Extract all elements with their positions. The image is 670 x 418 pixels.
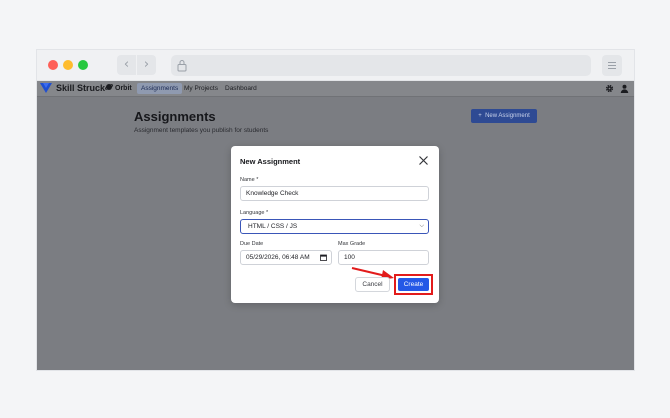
skill-struck-logo-icon — [40, 83, 52, 93]
modal-title: New Assignment — [240, 157, 301, 166]
brand-name[interactable]: Skill Struck — [56, 82, 105, 95]
new-assignment-label: New Assignment — [485, 113, 530, 119]
new-assignment-modal: New Assignment Name * Knowledge Check La… — [231, 146, 439, 303]
create-button-highlight: Create — [394, 274, 433, 295]
forward-button[interactable]: › — [137, 55, 156, 75]
due-date-input[interactable]: 05/29/2026, 06:48 AM — [240, 250, 332, 265]
calendar-icon[interactable] — [320, 254, 327, 261]
chevron-down-icon: ⌵ — [419, 223, 424, 229]
page-subtitle: Assignment templates you publish for stu… — [134, 127, 269, 134]
gear-icon[interactable] — [605, 84, 614, 93]
name-input[interactable]: Knowledge Check — [240, 186, 429, 201]
top-navigation: Skill Struck Orbit Assignments My Projec… — [37, 81, 634, 97]
language-label: Language * — [240, 210, 269, 216]
language-select[interactable]: HTML / CSS / JS ⌵ — [240, 219, 429, 234]
tab-dashboard[interactable]: Dashboard — [221, 83, 261, 94]
new-assignment-button[interactable]: + New Assignment — [471, 109, 537, 123]
create-button[interactable]: Create — [398, 278, 429, 291]
maximize-window-button[interactable] — [78, 60, 88, 70]
user-icon[interactable] — [620, 84, 629, 93]
address-bar[interactable] — [171, 55, 591, 76]
max-grade-input[interactable]: 100 — [338, 250, 429, 265]
plus-icon: + — [478, 113, 482, 119]
minimize-window-button[interactable] — [63, 60, 73, 70]
browser-menu-button[interactable] — [602, 55, 622, 76]
due-date-label: Due Date — [240, 241, 264, 247]
language-selected-value: HTML / CSS / JS — [248, 223, 298, 230]
browser-toolbar: ‹ › — [37, 50, 634, 81]
back-button[interactable]: ‹ — [117, 55, 136, 75]
due-date-value: 05/29/2026, 06:48 AM — [246, 254, 310, 261]
close-window-button[interactable] — [48, 60, 58, 70]
max-grade-label: Max Grade — [338, 241, 366, 247]
name-label: Name * — [240, 177, 259, 183]
chevron-left-icon: ‹ — [123, 57, 130, 72]
lock-icon — [177, 60, 187, 72]
page-title: Assignments — [134, 109, 216, 124]
orbit-link[interactable]: Orbit — [105, 82, 132, 95]
orbit-icon — [105, 84, 113, 90]
chevron-right-icon: › — [143, 57, 150, 72]
close-icon[interactable] — [418, 155, 429, 166]
tab-assignments[interactable]: Assignments — [137, 83, 183, 94]
cancel-button[interactable]: Cancel — [355, 277, 390, 292]
tab-my-projects[interactable]: My Projects — [180, 83, 222, 94]
orbit-label: Orbit — [115, 85, 132, 92]
